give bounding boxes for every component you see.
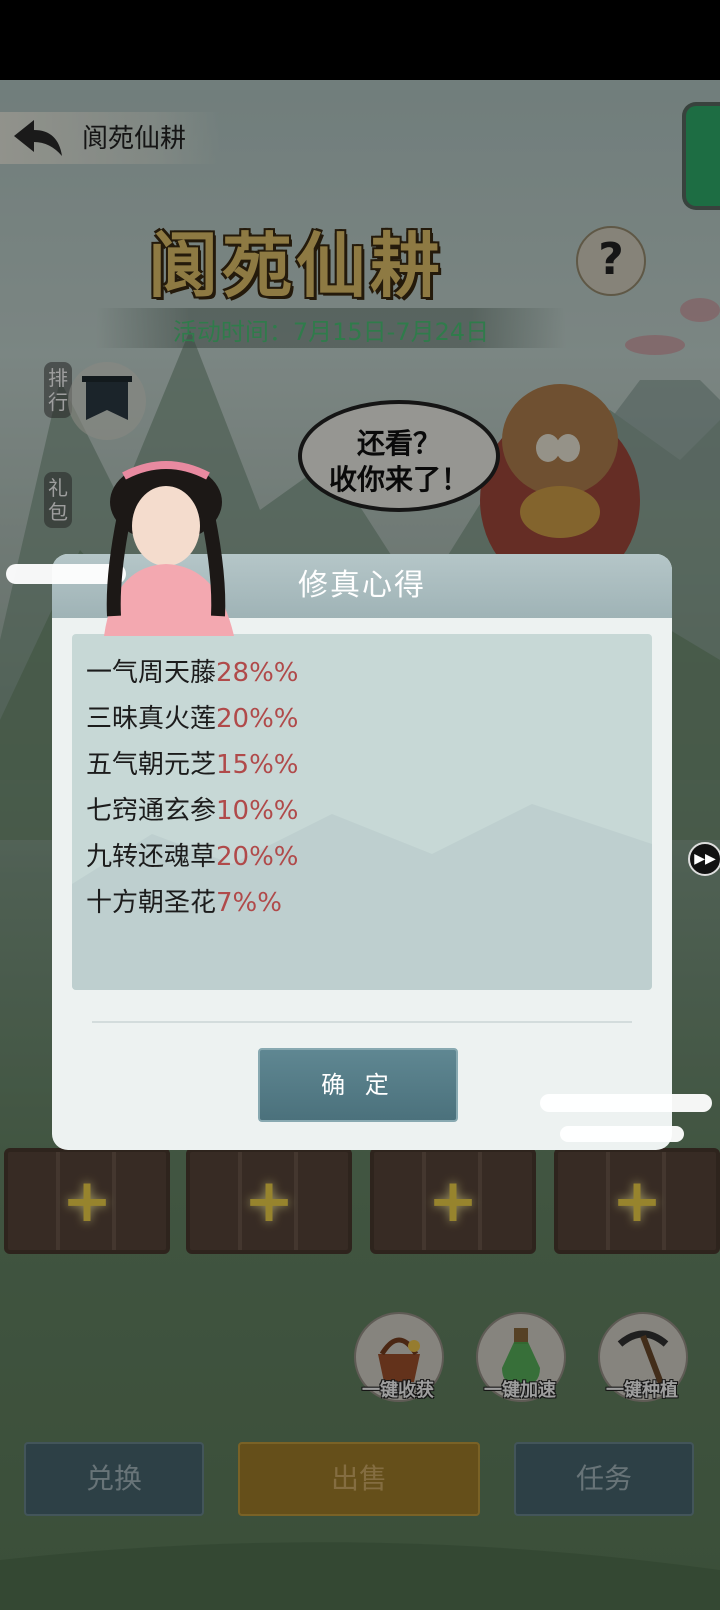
item-name: 三昧真火莲 (86, 704, 217, 734)
item-name: 七窍通玄参 (86, 796, 217, 826)
probability-panel: 一气周天藤28%% 三昧真火莲20%% 五气朝元芝15%% 七窍通玄参10%% … (72, 634, 652, 990)
item-percent: 20%% (216, 704, 299, 734)
confirm-button[interactable]: 确 定 (258, 1048, 458, 1122)
item-percent: 7%% (216, 888, 282, 918)
skip-forward-icon[interactable]: ▶▶ (688, 842, 720, 876)
fairy-character (104, 461, 234, 636)
item-row: 五气朝元芝15%% (86, 744, 299, 781)
item-name: 五气朝元芝 (86, 750, 217, 780)
item-row: 九转还魂草20%% (86, 836, 299, 873)
item-row: 一气周天藤28%% (86, 652, 299, 689)
item-percent: 15%% (216, 750, 299, 780)
cloud-ribbon-right (540, 1094, 712, 1112)
item-percent: 28%% (216, 658, 299, 688)
item-row: 十方朝圣花7%% (86, 882, 282, 919)
item-name: 一气周天藤 (86, 658, 217, 688)
item-percent: 10%% (216, 796, 299, 826)
item-name: 九转还魂草 (86, 842, 217, 872)
item-percent: 20%% (216, 842, 299, 872)
cultivation-dialog: 修真心得 一气周天藤28%% 三昧真火莲20%% 五气朝元芝15%% 七窍通玄参… (52, 554, 672, 1150)
item-row: 三昧真火莲20%% (86, 698, 299, 735)
cloud-divider (92, 1021, 632, 1023)
item-row: 七窍通玄参10%% (86, 790, 299, 827)
cloud-ribbon-right-lower (560, 1126, 684, 1142)
item-name: 十方朝圣花 (86, 888, 217, 918)
